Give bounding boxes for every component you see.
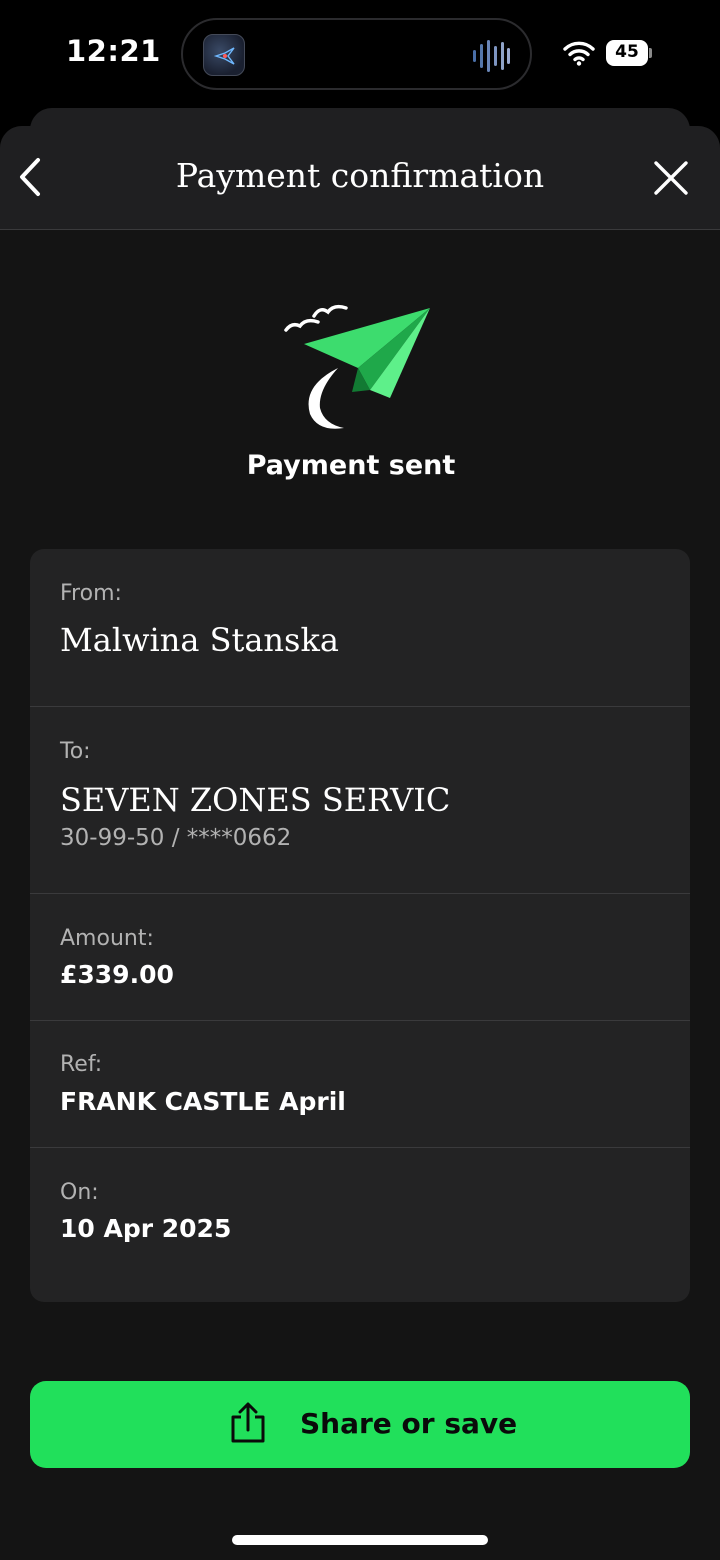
share-or-save-button[interactable]: Share or save: [30, 1381, 690, 1468]
paper-plane-icon: [284, 304, 430, 429]
to-account: 30-99-50 / ****0662: [60, 825, 292, 851]
home-indicator[interactable]: [232, 1535, 488, 1545]
date-row: On: 10 Apr 2025: [30, 1148, 690, 1302]
to-label: To:: [60, 739, 91, 764]
date-label: On:: [60, 1180, 99, 1205]
ref-label: Ref:: [60, 1052, 103, 1077]
wifi-icon: [563, 41, 595, 66]
to-row: To: SEVEN ZONES SERVIC 30-99-50 / ****06…: [30, 707, 690, 894]
amount-row: Amount: £339.00: [30, 894, 690, 1021]
date-value: 10 Apr 2025: [60, 1214, 232, 1243]
from-label: From:: [60, 581, 122, 606]
amount-label: Amount:: [60, 926, 154, 951]
app-icon: [203, 34, 245, 76]
amount-value: £339.00: [60, 960, 174, 989]
page-title: Payment confirmation: [175, 156, 545, 195]
payment-status-title: Payment sent: [246, 450, 456, 481]
battery-level: 45: [615, 42, 639, 62]
dynamic-island[interactable]: [181, 18, 532, 90]
from-value: Malwina Stanska: [60, 621, 339, 659]
share-button-label: Share or save: [300, 1407, 518, 1440]
to-value: SEVEN ZONES SERVIC: [60, 781, 451, 819]
share-icon: [231, 1402, 265, 1443]
payment-details-card: From: Malwina Stanska To: SEVEN ZONES SE…: [30, 549, 690, 1302]
ref-value: FRANK CASTLE April: [60, 1087, 346, 1116]
audio-wave-icon: [473, 40, 510, 72]
from-row: From: Malwina Stanska: [30, 549, 690, 707]
close-icon[interactable]: [648, 155, 694, 201]
battery-icon: 45: [606, 40, 652, 66]
ref-row: Ref: FRANK CASTLE April: [30, 1021, 690, 1148]
status-time: 12:21: [66, 34, 161, 68]
